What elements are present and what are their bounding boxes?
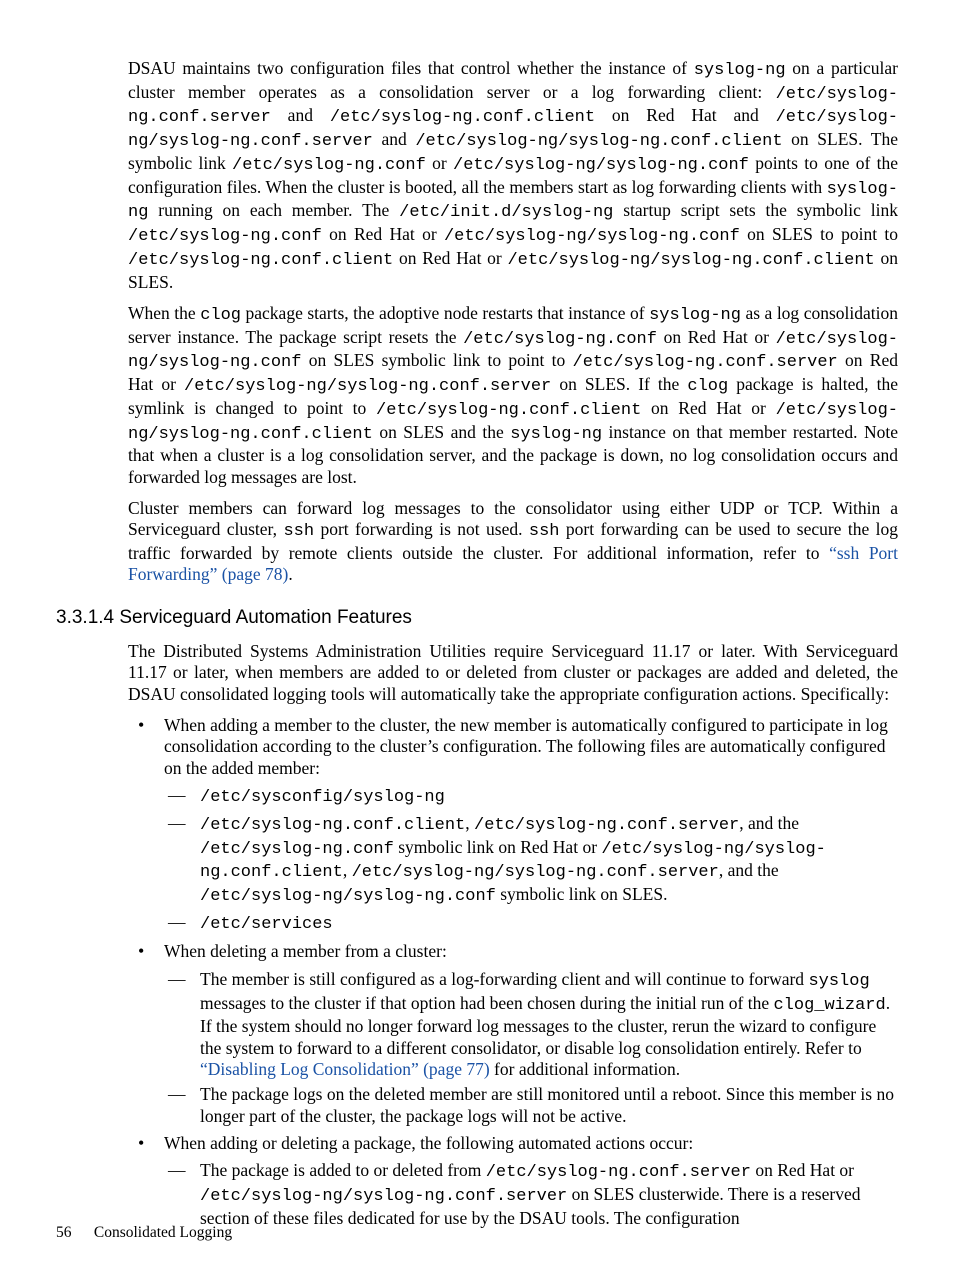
code-path: /etc/syslog-ng.conf xyxy=(128,227,322,246)
code-path: /etc/ xyxy=(200,840,251,859)
link-disabling-log-consolidation[interactable]: “Disabling Log Consolidation” (page 77) xyxy=(200,1059,490,1079)
dash-item: The package is added to or deleted from … xyxy=(164,1160,898,1229)
dash-item: /etc/sysconfig/syslog-ng xyxy=(164,785,898,809)
code-path: /etc/syslog-ng/syslog-ng.conf xyxy=(444,227,740,246)
bullet-list: When adding a member to the cluster, the… xyxy=(128,715,898,1229)
bullet-item-adding-member: When adding a member to the cluster, the… xyxy=(128,715,898,935)
code-path: /etc/syslog-ng/syslog-ng.conf.server xyxy=(352,863,719,882)
code-path: /etc/syslog-ng.conf.client xyxy=(128,251,393,270)
code-path: /etc/init.d/syslog-ng xyxy=(399,203,613,222)
section-heading-3-3-1-4: 3.3.1.4 Serviceguard Automation Features xyxy=(56,606,898,629)
code-clog-wizard: clog_wizard xyxy=(773,996,885,1015)
code-path: /etc/syslog-ng.conf.client xyxy=(376,401,641,420)
paragraph-4: The Distributed Systems Administration U… xyxy=(128,641,898,705)
paragraph-1: DSAU maintains two configuration files t… xyxy=(128,58,898,293)
page-number: 56 xyxy=(56,1224,90,1243)
code-path: syslog-ng.conf xyxy=(283,156,426,175)
code-clog: clog xyxy=(687,377,728,396)
code-path: /etc/syslog-ng/syslog-ng.conf.server xyxy=(200,1187,567,1206)
paragraph-3: Cluster members can forward log messages… xyxy=(128,498,898,586)
code-path: /etc/syslog-ng.conf.server xyxy=(474,816,739,835)
code-path: /etc/syslog-ng/syslog-ng.conf xyxy=(200,887,496,906)
body-text-block: DSAU maintains two configuration files t… xyxy=(128,58,898,586)
dash-list: /etc/sysconfig/syslog-ng /etc/syslog-ng.… xyxy=(164,785,898,935)
footer-title: Consolidated Logging xyxy=(94,1224,232,1241)
code-syslog-ng: syslog-ng xyxy=(649,306,741,325)
code-path: /etc/syslog-ng.conf.server xyxy=(573,353,838,372)
dash-list: The member is still configured as a log-… xyxy=(164,969,898,1127)
bullet-item-deleting-member: When deleting a member from a cluster: T… xyxy=(128,941,898,1127)
code-path: /etc/sysconfig/syslog-ng xyxy=(200,788,445,807)
dash-item: The member is still configured as a log-… xyxy=(164,969,898,1081)
code-syslog-ng: syslog-ng xyxy=(510,425,602,444)
body-text-block-2: The Distributed Systems Administration U… xyxy=(128,641,898,1229)
code-path: /etc/syslog-ng/syslog-ng.conf.client xyxy=(507,251,874,270)
dash-list: The package is added to or deleted from … xyxy=(164,1160,898,1229)
code-path: /etc/syslog-ng/ xyxy=(601,840,754,859)
code-path: /etc/syslog-ng.conf xyxy=(463,330,657,349)
code-ssh: ssh xyxy=(283,522,314,541)
bullet-item-adding-deleting-package: When adding or deleting a package, the f… xyxy=(128,1133,898,1229)
code-syslog-ng: syslog-ng xyxy=(694,61,786,80)
paragraph-2: When the clog package starts, the adopti… xyxy=(128,303,898,488)
code-path: /etc/services xyxy=(200,915,333,934)
code-ssh: ssh xyxy=(529,522,560,541)
code-path: syslog-ng.conf xyxy=(251,840,394,859)
dash-item: /etc/services xyxy=(164,912,898,936)
dash-item: /etc/syslog-ng.conf.client, /etc/syslog-… xyxy=(164,813,898,908)
code-path: /etc/syslog-ng.conf.client xyxy=(200,816,465,835)
code-path: /etc/syslog-ng.conf.client xyxy=(330,108,595,127)
code-path: /etc/syslog-ng/syslog-ng.conf xyxy=(453,156,749,175)
code-clog: clog xyxy=(200,306,241,325)
page-footer: 56 Consolidated Logging xyxy=(56,1224,232,1243)
page: DSAU maintains two configuration files t… xyxy=(0,0,954,1271)
code-path: /etc/ xyxy=(232,156,283,175)
dash-item: The package logs on the deleted member a… xyxy=(164,1084,898,1127)
code-syslog: syslog xyxy=(808,972,869,991)
code-path: /etc/syslog-ng/syslog-ng.conf.server xyxy=(184,377,551,396)
code-path: /etc/syslog-ng.conf.server xyxy=(486,1163,751,1182)
code-path: /etc/syslog-ng/syslog-ng.conf.client xyxy=(415,132,782,151)
